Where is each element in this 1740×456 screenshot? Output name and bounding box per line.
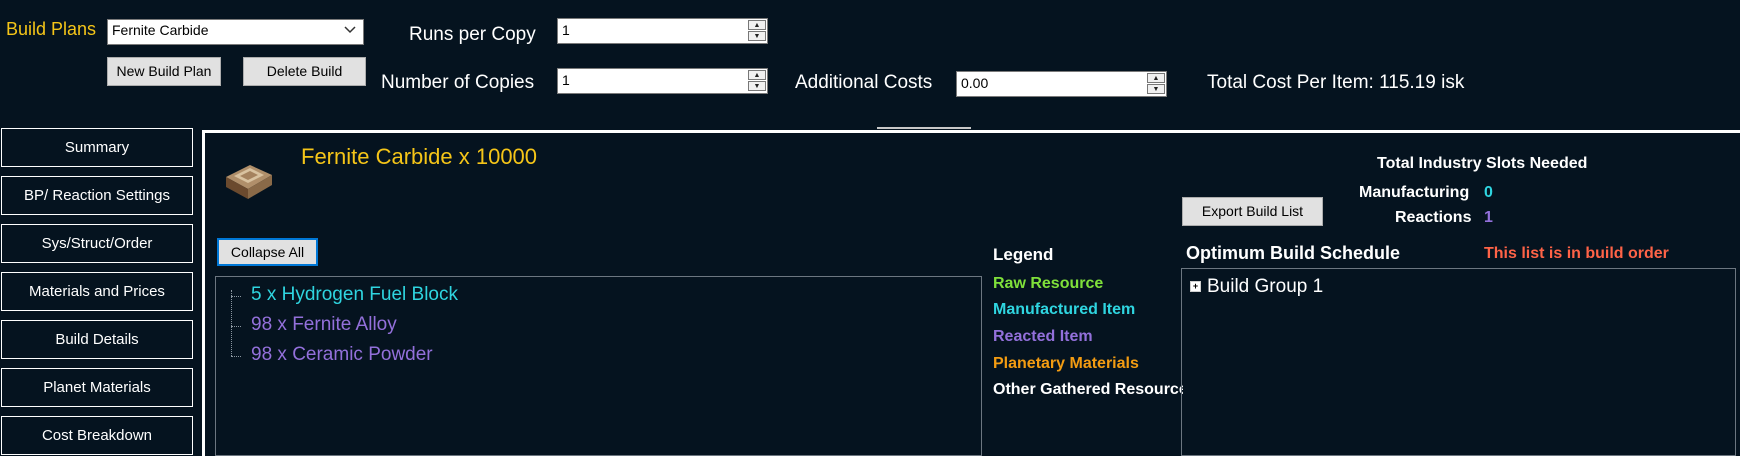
number-of-copies-label: Number of Copies	[381, 72, 535, 93]
spin-up-icon[interactable]: ▲	[1147, 73, 1165, 83]
tab-indicator	[877, 127, 971, 129]
tree-item-fernite-alloy[interactable]: 98 x Fernite Alloy	[251, 314, 397, 336]
legend-reacted-item: Reacted Item	[993, 328, 1093, 345]
delete-build-button[interactable]: Delete Build	[243, 57, 366, 86]
fernite-carbide-icon	[226, 165, 272, 199]
runs-per-copy-input[interactable]: 1 ▲ ▼	[557, 18, 768, 44]
tree-connector	[231, 290, 232, 356]
additional-costs-value: 0.00	[961, 75, 989, 91]
tree-item-ceramic-powder[interactable]: 98 x Ceramic Powder	[251, 344, 433, 366]
export-build-list-button[interactable]: Export Build List	[1182, 197, 1323, 226]
nav-cost-breakdown[interactable]: Cost Breakdown	[1, 416, 193, 455]
build-plan-select-value: Fernite Carbide	[112, 22, 209, 38]
total-cost-per-item: Total Cost Per Item: 115.19 isk	[1207, 72, 1465, 93]
spin-down-icon[interactable]: ▼	[748, 31, 766, 41]
spin-up-icon[interactable]: ▲	[748, 20, 766, 30]
number-of-copies-value: 1	[562, 72, 570, 88]
app-window: Build Plans Fernite Carbide New Build Pl…	[0, 0, 1740, 456]
legend-title: Legend	[993, 245, 1054, 264]
legend-raw-resource: Raw Resource	[993, 275, 1104, 292]
reactions-label: Reactions	[1395, 209, 1472, 226]
spin-down-icon[interactable]: ▼	[748, 81, 766, 91]
build-order-note: This list is in build order	[1484, 245, 1669, 262]
product-title: Fernite Carbide x 10000	[301, 144, 538, 169]
legend: Raw Resource Manufactured Item Reacted I…	[993, 275, 1183, 405]
spin-down-icon[interactable]: ▼	[1147, 84, 1165, 94]
collapse-all-button[interactable]: Collapse All	[217, 238, 318, 266]
tree-connector	[231, 356, 241, 357]
tree-connector	[231, 326, 241, 327]
number-of-copies-input[interactable]: 1 ▲ ▼	[557, 68, 768, 94]
manufacturing-slots-value: 0	[1484, 184, 1493, 201]
schedule-title: Optimum Build Schedule	[1186, 243, 1401, 263]
runs-per-copy-label: Runs per Copy	[409, 24, 536, 45]
schedule-item-build-group[interactable]: Build Group 1	[1207, 276, 1323, 298]
nav-build-details[interactable]: Build Details	[1, 320, 193, 359]
nav-materials-and-prices[interactable]: Materials and Prices	[1, 272, 193, 311]
spin-up-icon[interactable]: ▲	[748, 70, 766, 80]
runs-per-copy-value: 1	[562, 22, 570, 38]
manufacturing-label: Manufacturing	[1359, 184, 1470, 201]
nav-bp-reaction-settings[interactable]: BP/ Reaction Settings	[1, 176, 193, 215]
reactions-slots-value: 1	[1484, 209, 1493, 226]
additional-costs-label: Additional Costs	[795, 72, 933, 93]
tree-item-hydrogen-fuel-block[interactable]: 5 x Hydrogen Fuel Block	[251, 284, 458, 306]
expand-icon[interactable]: +	[1190, 281, 1201, 292]
nav-summary[interactable]: Summary	[1, 128, 193, 167]
nav-planet-materials[interactable]: Planet Materials	[1, 368, 193, 407]
new-build-plan-button[interactable]: New Build Plan	[107, 57, 221, 86]
chevron-down-icon	[344, 26, 356, 34]
tree-connector	[231, 296, 241, 297]
nav-sys-struct-order[interactable]: Sys/Struct/Order	[1, 224, 193, 263]
build-plans-label: Build Plans	[6, 19, 97, 39]
industry-slots-title: Total Industry Slots Needed	[1377, 155, 1588, 172]
additional-costs-input[interactable]: 0.00 ▲ ▼	[956, 71, 1167, 97]
legend-manufactured-item: Manufactured Item	[993, 301, 1136, 318]
build-plan-select[interactable]: Fernite Carbide	[107, 19, 364, 45]
legend-planetary-materials: Planetary Materials	[993, 355, 1139, 372]
legend-other-gathered-resource: Other Gathered Resource	[993, 381, 1183, 398]
